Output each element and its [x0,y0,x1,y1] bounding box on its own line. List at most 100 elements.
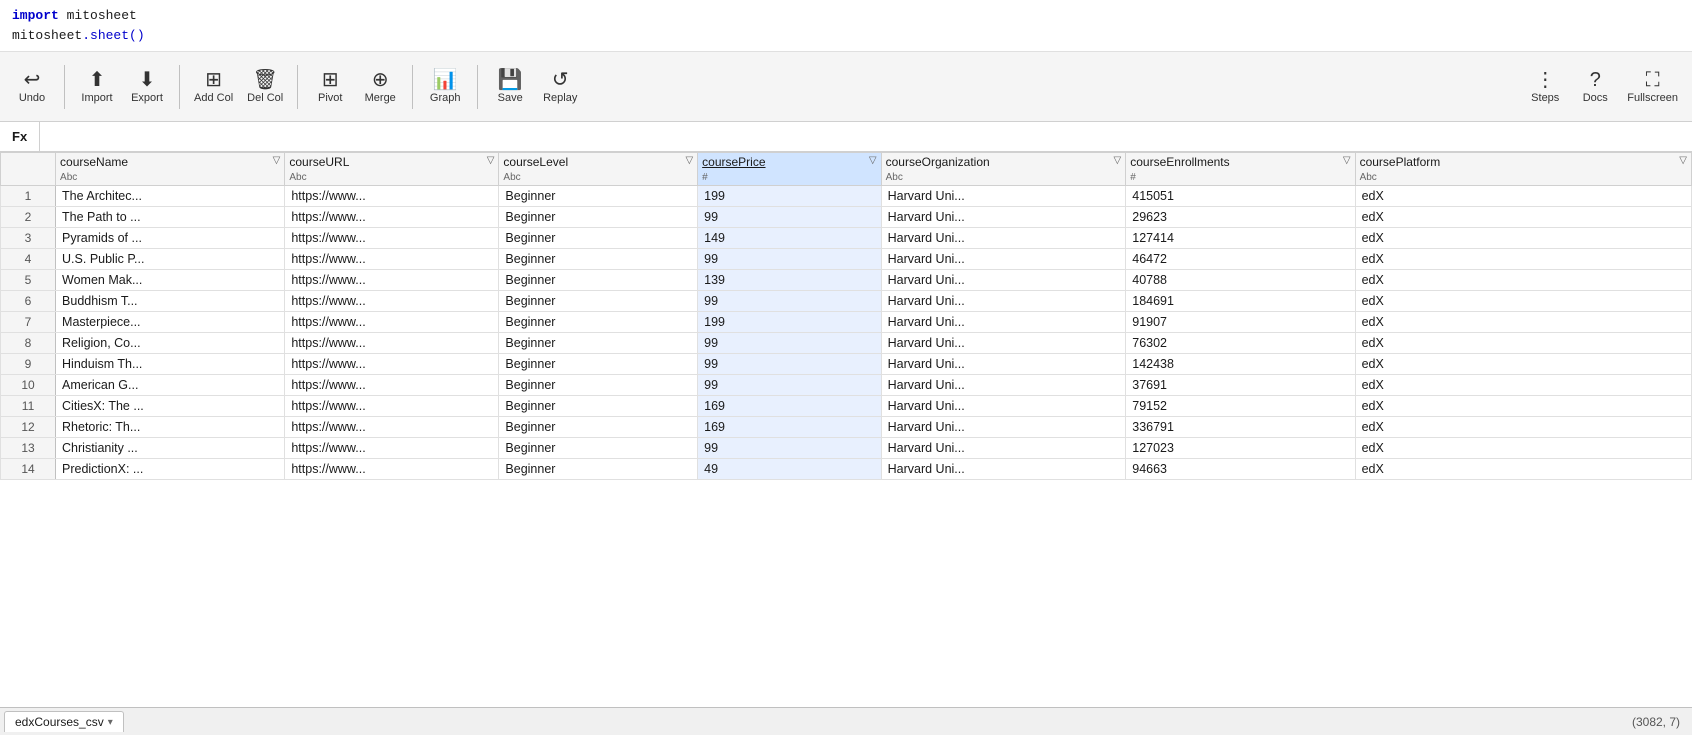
cell-coursePlatform[interactable]: edX [1355,311,1691,332]
cell-courseLevel[interactable]: Beginner [499,248,698,269]
cell-courseName[interactable]: Rhetoric: Th... [56,416,285,437]
cell-courseOrganization[interactable]: Harvard Uni... [881,437,1126,458]
cell-courseOrganization[interactable]: Harvard Uni... [881,248,1126,269]
col-header-courseName[interactable]: courseName ▽ Abc [56,153,285,186]
col-header-coursePrice[interactable]: coursePrice ▽ # [698,153,881,186]
table-row[interactable]: 6Buddhism T...https://www...Beginner99Ha… [1,290,1692,311]
undo-button[interactable]: ↩ Undo [8,66,56,108]
cell-courseOrganization[interactable]: Harvard Uni... [881,185,1126,206]
cell-num[interactable]: 3 [1,227,56,248]
cell-courseName[interactable]: American G... [56,374,285,395]
cell-coursePrice[interactable]: 169 [698,395,881,416]
table-row[interactable]: 14PredictionX: ...https://www...Beginner… [1,458,1692,479]
cell-num[interactable]: 6 [1,290,56,311]
cell-coursePrice[interactable]: 149 [698,227,881,248]
cell-coursePlatform[interactable]: edX [1355,458,1691,479]
cell-coursePrice[interactable]: 99 [698,374,881,395]
cell-num[interactable]: 1 [1,185,56,206]
cell-courseLevel[interactable]: Beginner [499,185,698,206]
cell-courseURL[interactable]: https://www... [285,332,499,353]
cell-courseLevel[interactable]: Beginner [499,395,698,416]
import-button[interactable]: ⬆ Import [73,66,121,108]
cell-courseURL[interactable]: https://www... [285,395,499,416]
cell-courseOrganization[interactable]: Harvard Uni... [881,416,1126,437]
cell-courseEnrollments[interactable]: 79152 [1126,395,1355,416]
cell-courseOrganization[interactable]: Harvard Uni... [881,353,1126,374]
cell-coursePrice[interactable]: 199 [698,185,881,206]
cell-courseURL[interactable]: https://www... [285,185,499,206]
col-header-courseURL[interactable]: courseURL ▽ Abc [285,153,499,186]
filter-icon-courseName[interactable]: ▽ [273,155,281,166]
cell-courseLevel[interactable]: Beginner [499,353,698,374]
cell-courseOrganization[interactable]: Harvard Uni... [881,269,1126,290]
cell-num[interactable]: 9 [1,353,56,374]
filter-icon-courseLevel[interactable]: ▽ [685,155,693,166]
cell-courseURL[interactable]: https://www... [285,269,499,290]
table-row[interactable]: 11CitiesX: The ...https://www...Beginner… [1,395,1692,416]
table-row[interactable]: 1The Architec...https://www...Beginner19… [1,185,1692,206]
filter-icon-coursePlatform[interactable]: ▽ [1679,155,1687,166]
cell-courseOrganization[interactable]: Harvard Uni... [881,227,1126,248]
cell-courseURL[interactable]: https://www... [285,227,499,248]
cell-courseOrganization[interactable]: Harvard Uni... [881,290,1126,311]
filter-icon-courseOrganization[interactable]: ▽ [1114,155,1122,166]
pivot-button[interactable]: ⊞ Pivot [306,66,354,108]
cell-courseName[interactable]: Masterpiece... [56,311,285,332]
cell-coursePlatform[interactable]: edX [1355,353,1691,374]
export-button[interactable]: ⬇ Export [123,66,171,108]
cell-coursePrice[interactable]: 99 [698,290,881,311]
cell-courseEnrollments[interactable]: 127023 [1126,437,1355,458]
table-row[interactable]: 8Religion, Co...https://www...Beginner99… [1,332,1692,353]
cell-coursePlatform[interactable]: edX [1355,185,1691,206]
cell-courseURL[interactable]: https://www... [285,248,499,269]
cell-courseURL[interactable]: https://www... [285,437,499,458]
table-row[interactable]: 7Masterpiece...https://www...Beginner199… [1,311,1692,332]
cell-courseOrganization[interactable]: Harvard Uni... [881,374,1126,395]
steps-button[interactable]: ⋮ Steps [1521,66,1569,108]
cell-courseURL[interactable]: https://www... [285,206,499,227]
cell-coursePrice[interactable]: 99 [698,353,881,374]
cell-courseOrganization[interactable]: Harvard Uni... [881,395,1126,416]
table-row[interactable]: 9Hinduism Th...https://www...Beginner99H… [1,353,1692,374]
cell-courseName[interactable]: The Architec... [56,185,285,206]
tab-dropdown-icon[interactable]: ▾ [108,717,113,728]
cell-courseName[interactable]: The Path to ... [56,206,285,227]
cell-courseName[interactable]: Christianity ... [56,437,285,458]
cell-courseName[interactable]: CitiesX: The ... [56,395,285,416]
cell-coursePlatform[interactable]: edX [1355,395,1691,416]
filter-icon-coursePrice[interactable]: ▽ [869,155,877,166]
cell-courseEnrollments[interactable]: 336791 [1126,416,1355,437]
cell-courseLevel[interactable]: Beginner [499,416,698,437]
cell-courseName[interactable]: PredictionX: ... [56,458,285,479]
cell-num[interactable]: 2 [1,206,56,227]
cell-coursePrice[interactable]: 99 [698,206,881,227]
col-header-courseOrganization[interactable]: courseOrganization ▽ Abc [881,153,1126,186]
formula-input[interactable] [40,129,1692,144]
col-header-coursePlatform[interactable]: coursePlatform ▽ Abc [1355,153,1691,186]
cell-coursePlatform[interactable]: edX [1355,437,1691,458]
sheet-container[interactable]: courseName ▽ Abc courseURL ▽ [0,152,1692,707]
cell-coursePlatform[interactable]: edX [1355,269,1691,290]
cell-courseLevel[interactable]: Beginner [499,269,698,290]
cell-courseEnrollments[interactable]: 91907 [1126,311,1355,332]
cell-courseName[interactable]: Hinduism Th... [56,353,285,374]
cell-num[interactable]: 12 [1,416,56,437]
filter-icon-courseURL[interactable]: ▽ [487,155,495,166]
cell-coursePlatform[interactable]: edX [1355,227,1691,248]
cell-coursePrice[interactable]: 99 [698,437,881,458]
cell-courseEnrollments[interactable]: 40788 [1126,269,1355,290]
cell-coursePlatform[interactable]: edX [1355,374,1691,395]
cell-courseURL[interactable]: https://www... [285,416,499,437]
table-row[interactable]: 5Women Mak...https://www...Beginner139Ha… [1,269,1692,290]
sheet-tab[interactable]: edxCourses_csv ▾ [4,711,124,732]
cell-courseLevel[interactable]: Beginner [499,437,698,458]
cell-courseOrganization[interactable]: Harvard Uni... [881,458,1126,479]
cell-courseEnrollments[interactable]: 94663 [1126,458,1355,479]
cell-courseOrganization[interactable]: Harvard Uni... [881,206,1126,227]
cell-coursePrice[interactable]: 49 [698,458,881,479]
cell-courseName[interactable]: Buddhism T... [56,290,285,311]
cell-coursePlatform[interactable]: edX [1355,416,1691,437]
cell-courseName[interactable]: Religion, Co... [56,332,285,353]
cell-courseURL[interactable]: https://www... [285,458,499,479]
cell-coursePrice[interactable]: 199 [698,311,881,332]
